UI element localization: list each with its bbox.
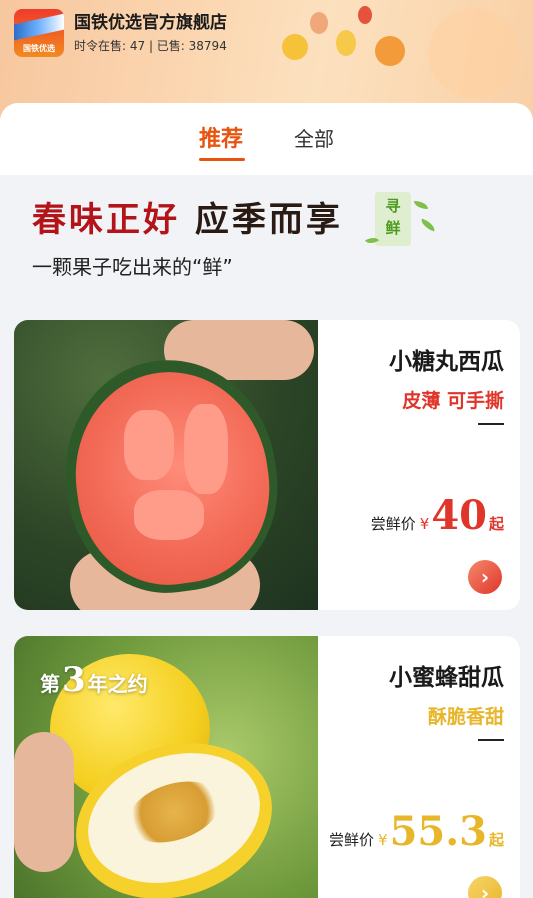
- product-card-melon[interactable]: 第3 年之约 小蜜蜂甜瓜 酥脆香甜 尝鲜价 ¥ 55.3 起 ›: [14, 636, 520, 898]
- fruit-decoration: [358, 6, 372, 24]
- tab-bar: 推荐 全部: [0, 103, 533, 175]
- price-suffix: 起: [488, 515, 504, 533]
- store-logo-text: 国铁优选: [23, 44, 55, 53]
- price-value: 40: [431, 492, 487, 539]
- price-row: 尝鲜价 ¥ 55.3 起: [329, 812, 504, 852]
- divider: [478, 423, 504, 425]
- divider: [478, 739, 504, 741]
- fruit-decoration: [428, 8, 518, 98]
- price-currency: ¥: [378, 831, 388, 849]
- fruit-decoration: [336, 30, 356, 56]
- year-badge: 第3 年之约: [40, 660, 148, 700]
- product-name: 小蜜蜂甜瓜: [389, 664, 504, 691]
- price-label: 尝鲜价: [329, 831, 375, 849]
- train-icon: [14, 13, 64, 41]
- product-card-watermelon[interactable]: 小糖丸西瓜 皮薄 可手撕 尝鲜价 ¥ 40 起 ›: [14, 320, 520, 610]
- seal-char-1: 寻: [385, 197, 401, 215]
- product-info: 小蜜蜂甜瓜 酥脆香甜 尝鲜价 ¥ 55.3 起 ›: [318, 636, 520, 898]
- price-value: 55.3: [389, 808, 487, 855]
- fruit-decoration: [310, 12, 328, 34]
- leaf-icon: [419, 218, 437, 232]
- price-row: 尝鲜价 ¥ 40 起: [371, 496, 504, 536]
- banner-subtitle: 一颗果子吃出来的“鲜”: [32, 255, 233, 279]
- product-image-watermelon[interactable]: [14, 320, 318, 610]
- store-logo[interactable]: 国铁优选: [14, 9, 64, 57]
- store-stats: 时令在售: 47 | 已售: 38794: [74, 39, 227, 53]
- store-name[interactable]: 国铁优选官方旗舰店: [74, 8, 227, 33]
- banner-title-part1: 春味正好: [32, 200, 180, 240]
- store-header: 国铁优选 国铁优选官方旗舰店 时令在售: 47 | 已售: 38794: [0, 0, 533, 118]
- banner-title-part2: 应季而享: [194, 200, 343, 240]
- fruit-decoration: [375, 36, 405, 66]
- tab-recommended[interactable]: 推荐: [199, 121, 243, 153]
- product-tagline: 皮薄 可手撕: [402, 390, 504, 412]
- tab-active-indicator: [199, 158, 245, 161]
- fresh-seal: 寻 鲜: [375, 192, 411, 246]
- chevron-right-icon[interactable]: ›: [468, 876, 502, 898]
- price-label: 尝鲜价: [370, 515, 416, 533]
- fruit-decoration: [282, 34, 308, 60]
- content-panel: 推荐 全部 春味正好 应季而享 寻 鲜 一颗果子吃出来的“鲜” 小糖丸西瓜 皮薄: [0, 103, 533, 898]
- tab-all[interactable]: 全部: [294, 123, 334, 152]
- seal-char-2: 鲜: [385, 219, 401, 237]
- product-info: 小糖丸西瓜 皮薄 可手撕 尝鲜价 ¥ 40 起 ›: [318, 320, 520, 610]
- price-currency: ¥: [419, 515, 430, 533]
- price-suffix: 起: [488, 831, 504, 849]
- banner-title: 春味正好 应季而享: [32, 192, 343, 241]
- hand-graphic: [14, 732, 74, 872]
- product-tagline: 酥脆香甜: [427, 706, 504, 728]
- chevron-right-icon[interactable]: ›: [468, 560, 502, 594]
- leaf-icon: [414, 201, 428, 209]
- product-name: 小糖丸西瓜: [389, 348, 504, 375]
- product-image-melon[interactable]: 第3 年之约: [14, 636, 318, 898]
